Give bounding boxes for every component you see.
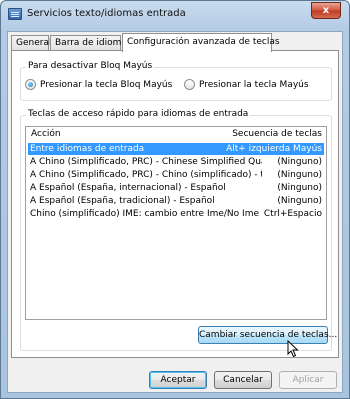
- list-item-sequence: (Ninguno): [277, 196, 322, 206]
- list-item-action: A Español (España, internacional) - Espa…: [30, 183, 226, 193]
- dialog-window: Servicios texto/idiomas entrada x Genera…: [0, 0, 350, 399]
- list-item-sequence: Ctrl+Espacio: [263, 209, 322, 219]
- list-item-action: A Chino (Simplificado, PRC) - Chinese Si…: [30, 157, 262, 167]
- hotkeys-group: Teclas de acceso rápido para idiomas de …: [20, 109, 337, 351]
- radio-unselected-icon[interactable]: [184, 79, 195, 90]
- hotkeys-group-label: Teclas de acceso rápido para idiomas de …: [26, 109, 251, 119]
- list-header: Acción Secuencia de teclas: [26, 127, 326, 141]
- radio-selected-icon[interactable]: [25, 79, 36, 90]
- radio-shift-key-label: Presionar la tecla Mayús: [199, 79, 309, 90]
- column-header-sequence[interactable]: Secuencia de teclas: [232, 129, 322, 139]
- title-bar[interactable]: Servicios texto/idiomas entrada x: [1, 1, 349, 29]
- dialog-client: General Barra de idioma Configuración av…: [7, 31, 343, 393]
- change-key-sequence-button[interactable]: Cambiar secuencia de teclas...: [198, 326, 337, 344]
- window-title: Servicios texto/idiomas entrada: [27, 8, 186, 19]
- list-item-action: A Chino (Simplificado, PRC) - Chino (sim…: [30, 170, 262, 180]
- list-item[interactable]: A Chino (Simplificado, PRC) - Chino (sim…: [28, 169, 324, 181]
- close-button[interactable]: x: [311, 2, 341, 19]
- tab-panel-advanced: Para desactivar Bloq Mayús Presionar la …: [11, 50, 339, 358]
- apply-button[interactable]: Aplicar: [279, 371, 337, 389]
- cancel-button[interactable]: Cancelar: [214, 371, 272, 389]
- column-header-action[interactable]: Acción: [31, 129, 61, 139]
- caps-lock-group-label: Para desactivar Bloq Mayús: [26, 61, 155, 71]
- list-item[interactable]: A Español (España, tradicional) - Españo…: [28, 195, 324, 207]
- list-item[interactable]: A Español (España, internacional) - Espa…: [28, 182, 324, 194]
- close-icon: x: [322, 5, 330, 16]
- list-item[interactable]: Chino (simplificado) IME: cambio entre I…: [28, 208, 324, 220]
- list-item[interactable]: Entre idiomas de entrada Alt+ izquierda …: [28, 143, 324, 155]
- list-item-sequence: Alt+ izquierda Mayús: [226, 144, 322, 154]
- tab-advanced-key-settings[interactable]: Configuración avanzada de teclas: [122, 33, 280, 52]
- radio-shift-key[interactable]: Presionar la tecla Mayús: [184, 79, 309, 90]
- radio-caps-lock-key-label: Presionar la tecla Bloq Mayús: [40, 79, 173, 90]
- list-item-action: Chino (simplificado) IME: cambio entre I…: [30, 209, 259, 219]
- list-item-sequence: (Ninguno): [277, 170, 322, 180]
- tab-general[interactable]: General: [11, 35, 51, 51]
- ok-button[interactable]: Aceptar: [149, 371, 207, 389]
- radio-caps-lock-key[interactable]: Presionar la tecla Bloq Mayús: [25, 79, 172, 90]
- list-item[interactable]: A Chino (Simplificado, PRC) - Chinese Si…: [28, 156, 324, 168]
- list-item-sequence: (Ninguno): [277, 183, 322, 193]
- list-item-action: A Español (España, tradicional) - Españo…: [30, 196, 215, 206]
- app-icon: [8, 8, 22, 20]
- list-item-sequence: (Ninguno): [277, 157, 322, 167]
- tab-language-bar[interactable]: Barra de idioma: [50, 35, 127, 51]
- hotkeys-list[interactable]: Acción Secuencia de teclas Entre idiomas…: [25, 126, 327, 320]
- caps-lock-group: Para desactivar Bloq Mayús Presionar la …: [20, 61, 332, 101]
- mouse-pointer-icon: [287, 340, 299, 358]
